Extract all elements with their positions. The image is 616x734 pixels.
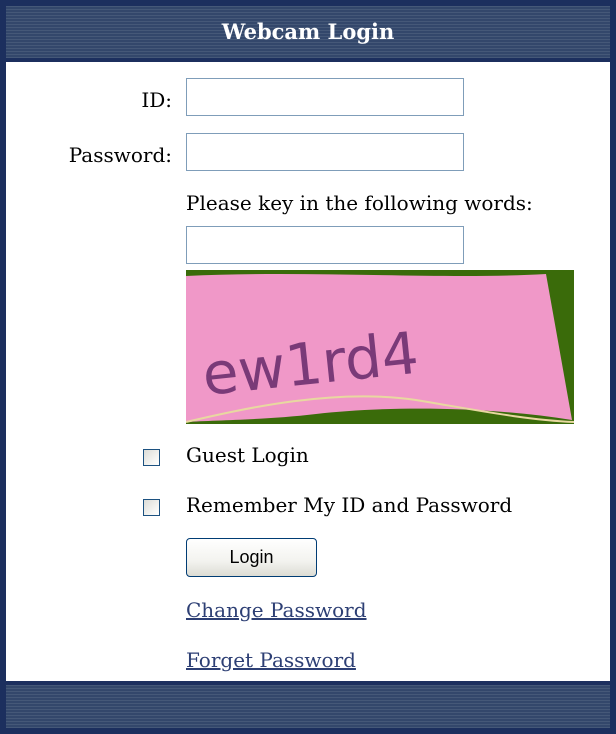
password-input[interactable] <box>186 133 464 171</box>
guest-login-label: Guest Login <box>186 443 309 467</box>
password-label: Password: <box>68 143 172 167</box>
id-label: ID: <box>141 88 172 112</box>
captcha-prompt: Please key in the following words: <box>186 191 533 215</box>
login-title: Webcam Login <box>221 19 395 44</box>
login-button[interactable]: Login <box>186 538 317 577</box>
login-header: Webcam Login <box>6 6 610 62</box>
captcha-image: ew1rd4 <box>186 270 574 424</box>
remember-checkbox[interactable] <box>143 499 160 516</box>
remember-label: Remember My ID and Password <box>186 493 513 517</box>
id-input[interactable] <box>186 78 464 116</box>
webcam-login-panel: Webcam Login ID: Password: Please key in… <box>0 0 616 734</box>
login-footer <box>6 681 610 728</box>
guest-login-checkbox[interactable] <box>143 449 160 466</box>
change-password-link[interactable]: Change Password <box>186 598 367 622</box>
captcha-input[interactable] <box>186 226 464 264</box>
forget-password-link[interactable]: Forget Password <box>186 648 356 672</box>
